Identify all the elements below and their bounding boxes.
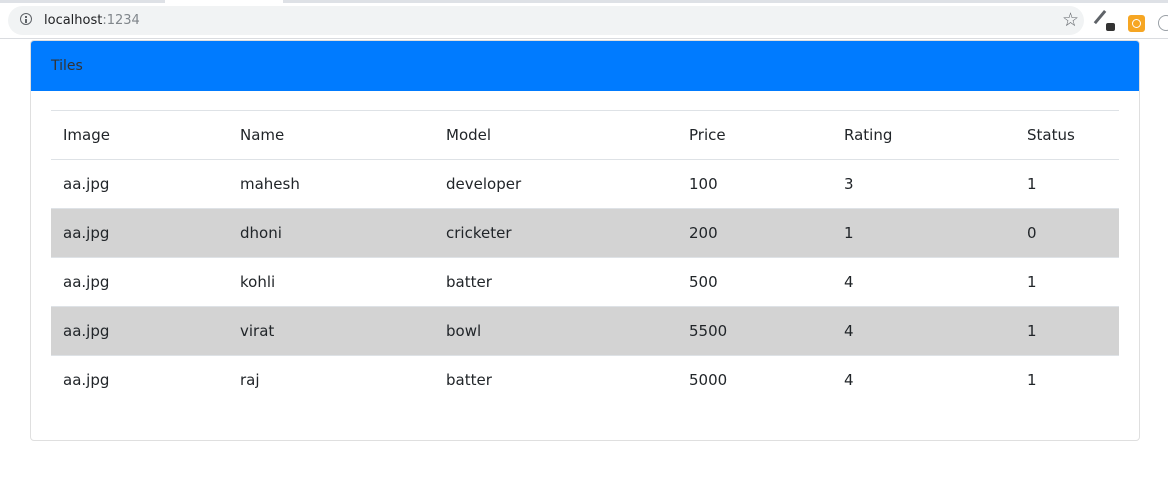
card-header: Tiles <box>31 41 1139 91</box>
cell-status: 1 <box>1015 306 1119 356</box>
cell-status: 1 <box>1015 257 1119 307</box>
extension-box-icon[interactable] <box>1128 15 1145 32</box>
cell-rating: 4 <box>832 355 1015 404</box>
cell-model: bowl <box>434 306 677 356</box>
star-icon[interactable]: ☆ <box>1062 8 1079 32</box>
column-header-name: Name <box>228 110 434 160</box>
cell-name: dhoni <box>228 208 434 258</box>
table-row: aa.jpg raj batter 5000 4 1 <box>51 355 1119 404</box>
cell-price: 100 <box>677 159 832 209</box>
cell-name: raj <box>228 355 434 404</box>
cell-status: 1 <box>1015 159 1119 209</box>
cell-image: aa.jpg <box>51 355 228 404</box>
cell-model: developer <box>434 159 677 209</box>
cell-model: cricketer <box>434 208 677 258</box>
cell-price: 5000 <box>677 355 832 404</box>
column-header-model: Model <box>434 110 677 160</box>
cell-status: 0 <box>1015 208 1119 258</box>
cell-model: batter <box>434 257 677 307</box>
cell-rating: 4 <box>832 306 1015 356</box>
cell-name: mahesh <box>228 159 434 209</box>
cell-rating: 4 <box>832 257 1015 307</box>
address-bar[interactable]: localhost:1234 ☆ <box>8 6 1084 35</box>
card-title: Tiles <box>51 58 83 74</box>
cell-name: virat <box>228 306 434 356</box>
column-header-rating: Rating <box>832 110 1015 160</box>
cell-model: batter <box>434 355 677 404</box>
table-row: aa.jpg kohli batter 500 4 1 <box>51 257 1119 307</box>
cell-image: aa.jpg <box>51 306 228 356</box>
extension-icon[interactable] <box>1158 15 1168 31</box>
url-host: localhost <box>44 13 103 28</box>
cell-price: 200 <box>677 208 832 258</box>
table-header-row: Image Name Model Price Rating Status <box>51 110 1119 160</box>
extension-pen-icon[interactable] <box>1096 10 1118 34</box>
cell-price: 5500 <box>677 306 832 356</box>
url-port: :1234 <box>102 13 140 28</box>
tiles-table: Image Name Model Price Rating Status aa.… <box>51 110 1119 404</box>
column-header-price: Price <box>677 110 832 160</box>
table-row: aa.jpg mahesh developer 100 3 1 <box>51 159 1119 209</box>
table-row: aa.jpg dhoni cricketer 200 1 0 <box>51 208 1119 258</box>
cell-image: aa.jpg <box>51 257 228 307</box>
column-header-image: Image <box>51 110 228 160</box>
url-text[interactable]: localhost:1234 <box>44 12 140 29</box>
cell-image: aa.jpg <box>51 208 228 258</box>
table-row: aa.jpg virat bowl 5500 4 1 <box>51 306 1119 356</box>
cell-rating: 3 <box>832 159 1015 209</box>
cell-name: kohli <box>228 257 434 307</box>
cell-price: 500 <box>677 257 832 307</box>
browser-toolbar: localhost:1234 ☆ <box>0 3 1168 39</box>
cell-status: 1 <box>1015 355 1119 404</box>
column-header-status: Status <box>1015 110 1119 160</box>
cell-image: aa.jpg <box>51 159 228 209</box>
tiles-card: Tiles Image Name Model Price Rating Stat… <box>30 40 1140 441</box>
cell-rating: 1 <box>832 208 1015 258</box>
info-icon[interactable] <box>20 13 32 25</box>
